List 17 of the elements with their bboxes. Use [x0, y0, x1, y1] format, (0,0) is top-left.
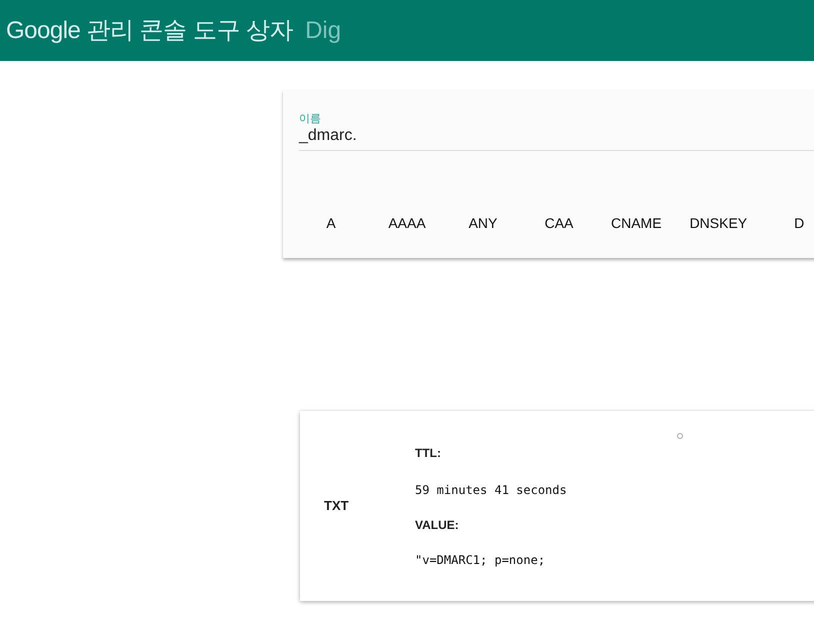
record-type-tab[interactable]: CAA [523, 205, 595, 241]
ttl-value: 59 minutes 41 seconds [415, 482, 567, 498]
record-type-tab[interactable]: ANY [447, 205, 519, 241]
field-label: 이름 [299, 112, 322, 126]
field-value: _dmarc. [299, 126, 358, 146]
ttl-label: TTL: [415, 444, 442, 462]
record-type-tab[interactable]: AAAA [371, 205, 443, 241]
tool-name: Dig [305, 16, 342, 46]
record-type: TXT [324, 497, 350, 516]
record-type-tab[interactable]: A [295, 205, 367, 241]
value-label: VALUE: [415, 516, 460, 534]
record-type-tab[interactable]: D [763, 205, 814, 241]
record-value: "v=DMARC1; p=none; [415, 552, 546, 568]
record-type-tab[interactable]: CNAME [599, 205, 674, 241]
record-type-tab[interactable]: DNSKEY [678, 205, 760, 241]
name-field[interactable]: 이름 _dmarc. [299, 112, 814, 151]
app-title: Google 관리 콘솔 도구 상자 [6, 16, 294, 46]
